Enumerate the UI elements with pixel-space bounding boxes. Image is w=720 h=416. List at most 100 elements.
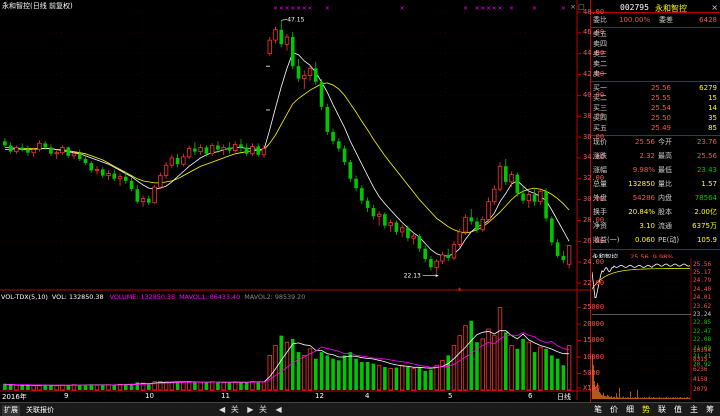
candle-body [193,148,197,152]
info-marker[interactable]: × [296,5,301,12]
volume-tick-label: 15000 [583,336,605,345]
buy-level-4[interactable]: 买四 25.50 35 [591,113,720,123]
buy-level-3[interactable]: 买三 25.54 14 [591,103,720,113]
arrow-left-icon[interactable]: ◀ [219,405,225,414]
candle-body [239,144,243,148]
arrow-left-icon-2[interactable]: ◀ [276,405,282,414]
candle[interactable] [457,228,462,248]
stock-header: 002795 永和智控 × [591,1,720,13]
x-label-2016: 2016年 [2,393,27,401]
volume-bar [555,358,560,390]
info-marker[interactable]: × [273,5,278,12]
info-marker[interactable]: × [509,5,514,12]
buy-level-5[interactable]: 买五 25.49 85 [591,123,720,133]
candle[interactable] [463,214,468,236]
info-marker[interactable]: × [308,5,313,12]
candle[interactable] [515,172,520,197]
candle[interactable] [209,143,215,156]
panel-button-7[interactable]: 筹 [702,403,718,416]
volume-bar [399,364,405,391]
candle[interactable] [152,185,157,204]
toolbar-icon-2[interactable]: 关 [259,405,267,414]
info-marker[interactable]: × [284,5,289,12]
stat-value: 25.56 [634,138,655,146]
volume-chart[interactable] [0,291,590,400]
candle-body [100,169,105,176]
info-marker[interactable]: × [480,5,485,12]
arrow-right-icon[interactable]: ▶ [247,405,253,414]
volume-bar [509,345,514,391]
candle[interactable] [290,31,295,70]
info-marker[interactable]: × [532,5,537,12]
panel-button-0[interactable]: 笔 [590,403,606,416]
panel-button-6[interactable]: 主 [686,403,702,416]
stat-label: 现价 [593,138,607,146]
candle[interactable] [497,162,503,192]
x-label-12: 12 [315,392,324,400]
candlestick-chart[interactable]: × × × × × × × × × × × × × × × × × ×47.1522.13$ [0,0,590,300]
info-marker[interactable]: × [302,5,307,12]
stock-code: 002795 [620,3,649,12]
panel-button-4[interactable]: 联 [654,403,670,416]
candle-body [561,255,566,261]
level-label: 卖五 [593,30,607,38]
x-label-period[interactable]: 日线 [557,392,571,402]
tab-related-quotes[interactable]: 关联报价 [24,405,56,416]
level-label: 卖四 [593,40,607,48]
volume-bar [337,360,341,390]
info-marker[interactable]: × [400,5,405,12]
info-marker[interactable]: × [474,5,479,12]
volume-bar [388,368,393,391]
info-marker[interactable]: × [325,5,330,12]
candle[interactable] [348,160,353,182]
sell-level-3[interactable]: 卖三 [591,49,720,59]
panel-button-5[interactable]: 值 [670,403,686,416]
panel-button-1[interactable]: 价 [606,403,622,416]
close-icon[interactable]: × [570,3,576,11]
close-panel-icon[interactable]: × [711,3,718,12]
candle-body [440,254,445,262]
sell-level-2[interactable]: 卖二 [591,59,720,69]
panel-button-3[interactable]: 势 [638,403,654,416]
candle[interactable] [550,216,554,246]
candle[interactable] [319,78,324,110]
buy-level-2[interactable]: 买二 25.55 15 [591,93,720,103]
info-marker[interactable]: × [486,5,491,12]
volume-bar [423,370,427,390]
stat-label: 流通 [658,222,672,230]
volume-bar [181,381,186,391]
mini-price-label: 24.01 [693,294,712,302]
info-marker[interactable]: × [498,5,503,12]
stat-row: 净资 3.10 流通 6375万 [591,221,720,232]
x-label-10: 10 [145,392,154,400]
stat-row: 现价 25.56 今开 23.76 [591,137,720,148]
volume-bar [239,382,243,390]
candle-body [66,147,70,156]
divider [591,249,720,250]
stat-label: 外盘 [593,194,607,202]
info-marker[interactable]: × [463,5,468,12]
tab-expand[interactable]: 扩展 [2,405,20,416]
info-marker[interactable]: × [279,5,284,12]
info-marker[interactable]: × [561,5,566,12]
candle[interactable] [544,188,548,222]
candle[interactable] [451,241,457,261]
volume-bar [221,382,226,391]
candle[interactable] [267,37,272,56]
info-marker[interactable]: × [492,5,497,12]
candle[interactable] [325,103,330,135]
toolbar-icon-1[interactable]: 关 [231,405,239,414]
buy-level-1[interactable]: 买一 25.56 6279 [591,83,720,93]
candle-body [60,147,65,154]
candle-body [319,81,324,107]
sell-level-4[interactable]: 卖四 [591,39,720,49]
level-label: 卖二 [593,60,607,68]
stat-value: 132850 [628,180,655,188]
sell-level-1[interactable]: 卖一 [591,69,720,79]
panel-button-2[interactable]: 细 [622,403,638,416]
sell-level-5[interactable]: 卖五 [591,29,720,39]
candle-body [37,142,42,150]
intraday-mini-chart[interactable] [592,258,692,400]
info-marker[interactable]: × [290,5,295,12]
volume-bar [348,352,353,390]
